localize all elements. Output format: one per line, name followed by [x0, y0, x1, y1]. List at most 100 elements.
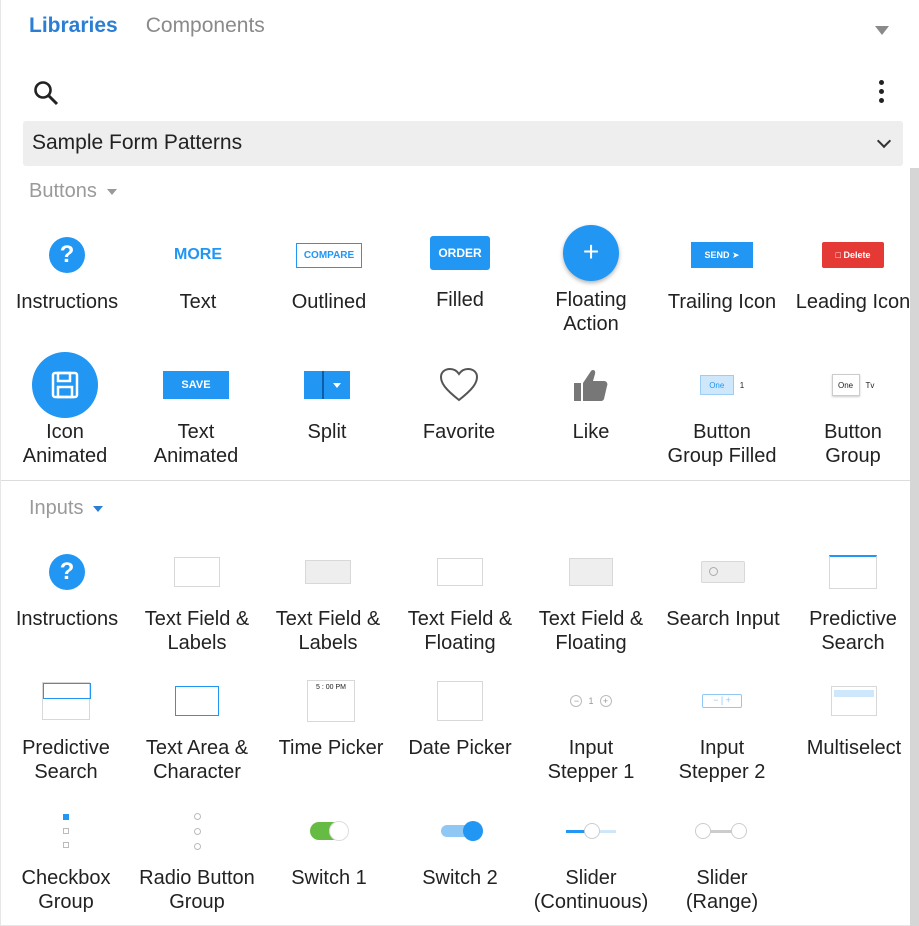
component-label: Slider (Continuous): [533, 867, 649, 913]
component-slider-range[interactable]: Slider (Range): [657, 796, 787, 914]
thumb-text: One: [831, 374, 860, 396]
section-header-inputs[interactable]: Inputs: [29, 497, 104, 520]
thumb-text: SAVE: [163, 371, 229, 399]
component-label: Outlined: [291, 291, 367, 313]
component-predictive-search-2[interactable]: Predictive Search: [1, 666, 131, 784]
component-text-field-floating-2[interactable]: Text Field & Floating: [526, 537, 656, 655]
section-title: Buttons: [29, 180, 97, 202]
component-label: Input Stepper 1: [547, 737, 635, 783]
component-label: Text: [179, 291, 217, 313]
save-icon: [32, 352, 98, 418]
library-select-value: Sample Form Patterns: [32, 131, 243, 154]
component-switch-2[interactable]: Switch 2: [395, 796, 525, 890]
caret-down-icon: [333, 382, 341, 388]
component-label: Input Stepper 2: [678, 737, 766, 783]
plus-icon: +: [563, 225, 619, 281]
slider-thumb: [695, 822, 711, 839]
component-label: Favorite: [422, 421, 496, 443]
chevron-down-icon: [876, 133, 892, 149]
component-button-group[interactable]: One Tv Button Group: [788, 350, 918, 468]
component-trailing-icon[interactable]: SEND ➤ Trailing Icon: [657, 220, 787, 314]
library-select[interactable]: Sample Form Patterns: [23, 121, 903, 166]
component-label: Floating Action: [555, 289, 627, 335]
component-filled-button[interactable]: ORDER Filled: [395, 218, 525, 312]
component-label: Like: [572, 421, 610, 443]
component-text-field-labels-2[interactable]: Text Field & Labels: [263, 537, 393, 655]
component-split-button[interactable]: Split: [262, 350, 392, 444]
help-icon: ?: [49, 554, 85, 590]
component-multiselect[interactable]: Multiselect: [789, 666, 919, 760]
component-label: Date Picker: [408, 737, 512, 759]
component-label: Leading Icon: [795, 291, 911, 313]
plus-icon: +: [599, 695, 612, 707]
component-date-picker[interactable]: Date Picker: [395, 666, 525, 760]
component-label: Time Picker: [278, 737, 384, 759]
component-slider-continuous[interactable]: Slider (Continuous): [526, 796, 656, 914]
component-radio-group[interactable]: Radio Button Group: [132, 796, 262, 914]
tabs-dropdown-icon[interactable]: [875, 26, 889, 35]
thumb-text: Delete: [843, 250, 871, 260]
slider-track: [566, 822, 616, 839]
thumb-text: MORE: [174, 246, 222, 263]
component-search-input[interactable]: Search Input: [658, 537, 788, 631]
thumb-text: ORDER: [430, 236, 490, 270]
slider-thumb: [584, 822, 600, 839]
caret-down-icon: [93, 505, 104, 512]
search-icon[interactable]: [33, 80, 59, 106]
component-instructions[interactable]: ? Instructions: [2, 537, 132, 631]
component-label: Text Area & Character: [145, 737, 249, 783]
component-label: Text Field & Floating: [538, 608, 644, 654]
toggle-switch: [441, 821, 483, 841]
component-label: Switch 1: [291, 867, 367, 889]
component-text-field-labels[interactable]: Text Field & Labels: [132, 537, 262, 655]
component-label: Search Input: [666, 608, 780, 630]
thumbs-up-icon: [574, 370, 608, 401]
thumb-text: COMPARE: [296, 242, 362, 268]
component-button-group-filled[interactable]: One 1 Button Group Filled: [657, 350, 787, 468]
component-text-field-floating[interactable]: Text Field & Floating: [395, 537, 525, 655]
component-label: Text Animated: [153, 421, 239, 467]
component-instructions[interactable]: ? Instructions: [2, 220, 132, 314]
component-label: Text Field & Labels: [275, 608, 381, 654]
component-text-button[interactable]: MORE Text: [133, 220, 263, 314]
heart-icon: [439, 367, 479, 402]
thumb-text: One: [699, 375, 734, 395]
minus-icon: −: [570, 695, 583, 707]
component-label: Icon Animated: [22, 421, 108, 467]
component-label: Radio Button Group: [139, 867, 255, 913]
thumb-text: 5 : 00 PM: [316, 684, 346, 691]
slider-track: [695, 822, 747, 839]
component-checkbox-group[interactable]: Checkbox Group: [1, 796, 131, 914]
search-icon: [709, 567, 718, 576]
component-floating-action[interactable]: + Floating Action: [526, 218, 656, 336]
component-leading-icon[interactable]: □ Delete Leading Icon: [788, 220, 918, 314]
component-label: Trailing Icon: [667, 291, 777, 313]
component-text-area[interactable]: Text Area & Character: [132, 666, 262, 784]
section-header-buttons[interactable]: Buttons: [29, 180, 117, 203]
component-predictive-search[interactable]: Predictive Search: [788, 537, 918, 655]
component-switch-1[interactable]: Switch 1: [264, 796, 394, 890]
component-label: Split: [307, 421, 347, 443]
component-icon-animated[interactable]: Icon Animated: [0, 350, 130, 468]
component-input-stepper-1[interactable]: −1 + Input Stepper 1: [526, 666, 656, 784]
section-title: Inputs: [29, 497, 84, 519]
slider-thumb: [731, 822, 747, 839]
component-time-picker[interactable]: 5 : 00 PM Time Picker: [266, 666, 396, 760]
section-divider: [1, 480, 910, 481]
component-input-stepper-2[interactable]: − | + Input Stepper 2: [657, 666, 787, 784]
component-label: Text Field & Floating: [407, 608, 513, 654]
toggle-switch: [310, 821, 349, 841]
component-favorite[interactable]: Favorite: [394, 350, 524, 444]
thumb-text-2: Tv: [865, 380, 875, 390]
component-outlined-button[interactable]: COMPARE Outlined: [264, 220, 394, 314]
component-label: Instructions: [15, 608, 119, 630]
more-options-icon[interactable]: [877, 80, 885, 106]
tab-components[interactable]: Components: [146, 14, 265, 44]
component-label: Checkbox Group: [21, 867, 111, 913]
component-like[interactable]: Like: [526, 350, 656, 444]
thumb-text: SEND: [704, 250, 730, 260]
tab-libraries[interactable]: Libraries: [29, 14, 118, 44]
component-text-animated[interactable]: SAVE Text Animated: [131, 350, 261, 468]
trash-icon: □: [835, 250, 841, 260]
panel-tabs: Libraries Components: [29, 14, 265, 44]
